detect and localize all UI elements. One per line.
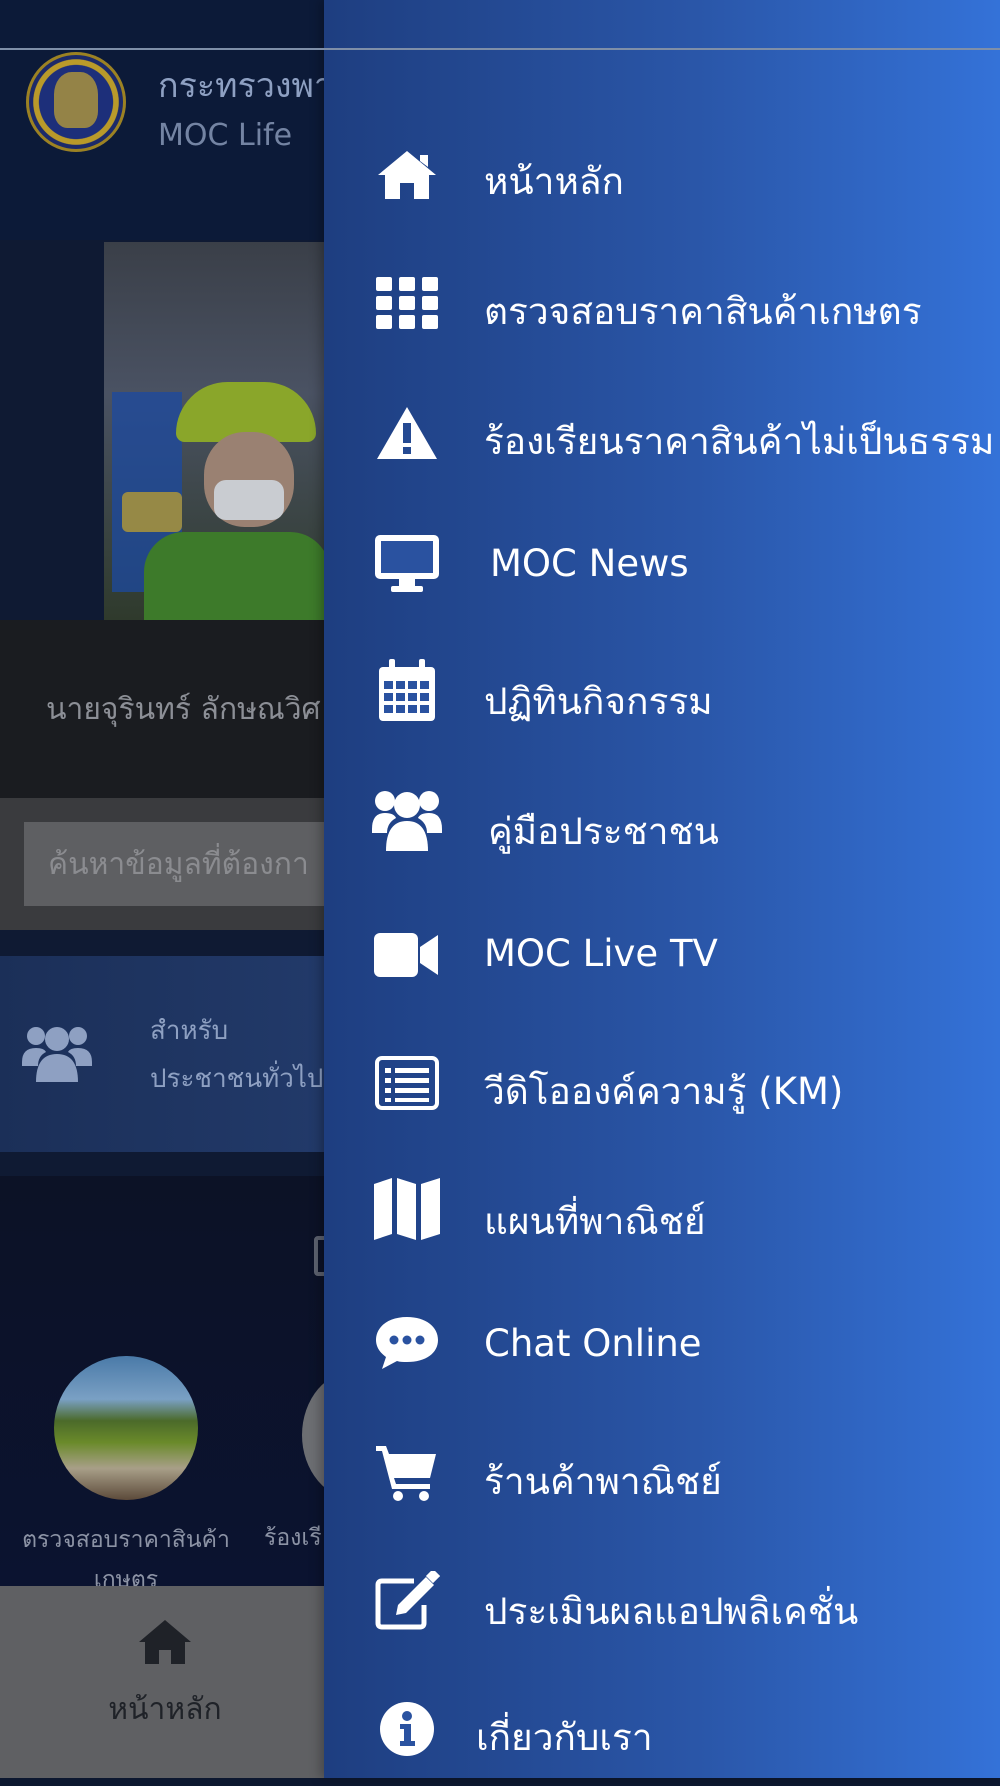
drawer-item-label: คู่มือประชาชน bbox=[488, 810, 719, 853]
chat-icon bbox=[372, 1308, 442, 1378]
drawer-item-calendar[interactable]: ปฏิทินกิจกรรม bbox=[324, 640, 1000, 750]
category-label: ร้องเรี bbox=[264, 1525, 322, 1551]
cart-icon bbox=[372, 1438, 442, 1508]
search-input[interactable] bbox=[24, 822, 330, 906]
drawer-item-label: เกี่ยวกับเรา bbox=[476, 1716, 653, 1759]
drawer-item-about[interactable]: เกี่ยวกับเรา bbox=[324, 1676, 1000, 1786]
drawer-item-label: ร้านค้าพาณิชย์ bbox=[484, 1460, 722, 1503]
news-banner-photo[interactable] bbox=[104, 242, 330, 632]
drawer-item-live-tv[interactable]: MOC Live TV bbox=[324, 900, 1000, 1010]
drawer-item-label: หน้าหลัก bbox=[484, 160, 624, 203]
list-icon bbox=[372, 1048, 442, 1118]
drawer-item-chat-online[interactable]: Chat Online bbox=[324, 1290, 1000, 1400]
news-caption: นายจุรินทร์ ลักษณวิศ bbox=[46, 692, 321, 727]
drawer-item-km-video[interactable]: วีดิโอองค์ความรู้ (KM) bbox=[324, 1030, 1000, 1140]
grid-icon bbox=[372, 268, 442, 338]
bottom-nav-home-label: หน้าหลัก bbox=[108, 1692, 222, 1727]
drawer-item-label: MOC News bbox=[490, 542, 689, 585]
drawer-item-commerce-map[interactable]: แผนที่พาณิชย์ bbox=[324, 1160, 1000, 1270]
background-app: กระทรวงพา MOC Life นายจุรินทร์ ลักษณวิศ … bbox=[0, 0, 330, 1778]
drawer-item-complaint[interactable]: ร้องเรียนราคาสินค้าไม่เป็นธรรม bbox=[324, 380, 1000, 490]
bottom-nav-home-tab[interactable]: หน้าหลัก bbox=[100, 1618, 230, 1733]
drawer-item-app-evaluation[interactable]: ประเมินผลแอปพลิเคชั่น bbox=[324, 1550, 1000, 1660]
drawer-item-home[interactable]: หน้าหลัก bbox=[324, 120, 1000, 230]
public-section-line1: สำหรับ bbox=[150, 1016, 229, 1046]
app-title: กระทรวงพา bbox=[158, 66, 330, 106]
video-camera-icon bbox=[372, 920, 442, 990]
map-icon bbox=[372, 1174, 442, 1244]
edit-icon bbox=[372, 1566, 442, 1636]
drawer-item-label: Chat Online bbox=[484, 1322, 702, 1365]
users-icon bbox=[22, 1022, 92, 1088]
home-icon bbox=[139, 1620, 191, 1664]
drawer-item-label: ปฏิทินกิจกรรม bbox=[484, 680, 713, 723]
drawer-item-agri-price[interactable]: ตรวจสอบราคาสินค้าเกษตร bbox=[324, 250, 1000, 360]
warning-icon bbox=[372, 398, 442, 468]
drawer-item-label: ร้องเรียนราคาสินค้าไม่เป็นธรรม bbox=[484, 420, 995, 463]
drawer-item-moc-news[interactable]: MOC News bbox=[324, 510, 1000, 620]
monitor-icon bbox=[372, 528, 442, 598]
drawer-item-label: ตรวจสอบราคาสินค้าเกษตร bbox=[484, 290, 922, 333]
drawer-item-citizen-guide[interactable]: คู่มือประชาชน bbox=[324, 770, 1000, 880]
ministry-logo bbox=[26, 52, 126, 152]
calendar-icon bbox=[372, 656, 442, 726]
drawer-item-label: MOC Live TV bbox=[484, 932, 718, 975]
drawer-item-label: แผนที่พาณิชย์ bbox=[484, 1200, 706, 1243]
info-icon bbox=[372, 1694, 442, 1764]
public-section-line2: ประชาชนทั่วไป bbox=[150, 1064, 324, 1094]
drawer-item-label: วีดิโอองค์ความรู้ (KM) bbox=[484, 1070, 844, 1113]
drawer-item-label: ประเมินผลแอปพลิเคชั่น bbox=[484, 1590, 859, 1633]
navigation-drawer: หน้าหลัก ตรวจสอบราคาสินค้าเกษตร ร้องเรีย… bbox=[324, 0, 1000, 1778]
home-icon bbox=[372, 140, 442, 210]
category-agri-price-image[interactable] bbox=[54, 1356, 198, 1500]
app-subtitle: MOC Life bbox=[158, 118, 293, 153]
users-icon bbox=[372, 786, 442, 856]
drawer-item-shop[interactable]: ร้านค้าพาณิชย์ bbox=[324, 1420, 1000, 1530]
